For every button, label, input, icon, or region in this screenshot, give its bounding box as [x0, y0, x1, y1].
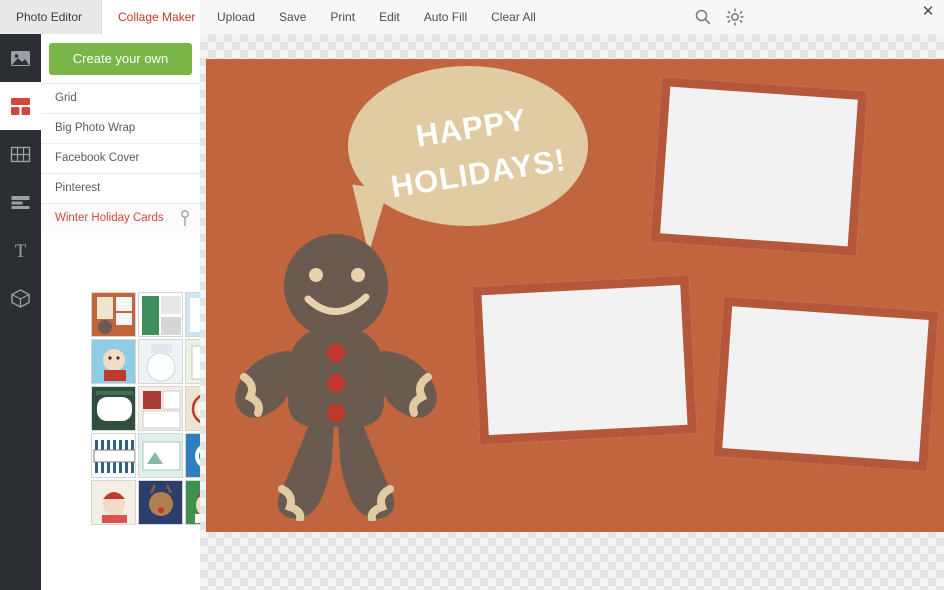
rail-item-3d[interactable] — [0, 274, 41, 322]
left-tool-rail: T — [0, 34, 41, 590]
template-thumb-8[interactable] — [138, 386, 183, 431]
menu-item-print[interactable]: Print — [318, 0, 367, 34]
frames-icon — [10, 192, 31, 213]
category-list: Grid Big Photo Wrap Facebook Cover Pinte… — [41, 83, 200, 233]
photo-slot-bottom-right[interactable] — [712, 296, 939, 472]
canvas-area: HAPPY HOLIDAYS! — [200, 34, 944, 590]
rail-item-frames[interactable] — [0, 178, 41, 226]
template-thumb-11[interactable] — [138, 433, 183, 478]
template-thumb-13[interactable] — [91, 480, 136, 525]
photo-slot-bottom-left[interactable] — [472, 275, 697, 445]
tab-photo-editor[interactable]: Photo Editor — [0, 0, 99, 34]
rail-item-images[interactable] — [0, 34, 41, 82]
template-thumb-1[interactable] — [91, 292, 136, 337]
template-thumb-4[interactable] — [91, 339, 136, 384]
menu-items: Upload Save Print Edit Auto Fill Clear A… — [205, 0, 548, 34]
cube-icon — [10, 288, 31, 309]
create-your-own-button[interactable]: Create your own — [49, 43, 192, 75]
pin-icon — [180, 210, 190, 227]
menu-icon-group — [694, 0, 744, 34]
close-icon[interactable]: ✕ — [920, 4, 936, 20]
rail-item-collage[interactable] — [0, 130, 41, 178]
template-thumb-2[interactable] — [138, 292, 183, 337]
category-big-photo-wrap[interactable]: Big Photo Wrap — [41, 113, 200, 143]
menu-item-edit[interactable]: Edit — [367, 0, 412, 34]
photo-slot-top-right[interactable] — [650, 77, 868, 256]
layout-grid-icon — [10, 96, 31, 117]
tab-collage-maker[interactable]: Collage Maker — [101, 0, 213, 34]
template-thumb-10[interactable] — [91, 433, 136, 478]
gear-icon[interactable] — [726, 8, 744, 26]
grid-cells-icon — [10, 144, 31, 165]
category-label: Winter Holiday Cards — [55, 212, 164, 224]
rail-item-text[interactable]: T — [0, 226, 41, 274]
templates-panel: Create your own Grid Big Photo Wrap Face… — [41, 34, 230, 590]
menu-item-upload[interactable]: Upload — [205, 0, 267, 34]
image-icon — [10, 48, 31, 69]
menu-item-auto-fill[interactable]: Auto Fill — [412, 0, 479, 34]
menu-item-save[interactable]: Save — [267, 0, 318, 34]
template-thumb-5[interactable] — [138, 339, 183, 384]
category-pinterest[interactable]: Pinterest — [41, 173, 200, 203]
text-t-icon: T — [10, 240, 31, 262]
search-icon[interactable] — [694, 8, 712, 26]
collage-canvas[interactable]: HAPPY HOLIDAYS! — [206, 59, 944, 532]
gingerbread-man-graphic — [216, 231, 456, 523]
svg-text:T: T — [15, 241, 27, 261]
menu-item-clear-all[interactable]: Clear All — [479, 0, 548, 34]
rail-item-layouts[interactable] — [0, 82, 41, 130]
category-facebook-cover[interactable]: Facebook Cover — [41, 143, 200, 173]
app-window: Photo Editor Collage Maker Upload Save P… — [0, 0, 944, 590]
template-thumb-14[interactable] — [138, 480, 183, 525]
category-winter-holiday-cards[interactable]: Winter Holiday Cards — [41, 203, 200, 233]
category-grid[interactable]: Grid — [41, 83, 200, 113]
template-thumb-7[interactable] — [91, 386, 136, 431]
